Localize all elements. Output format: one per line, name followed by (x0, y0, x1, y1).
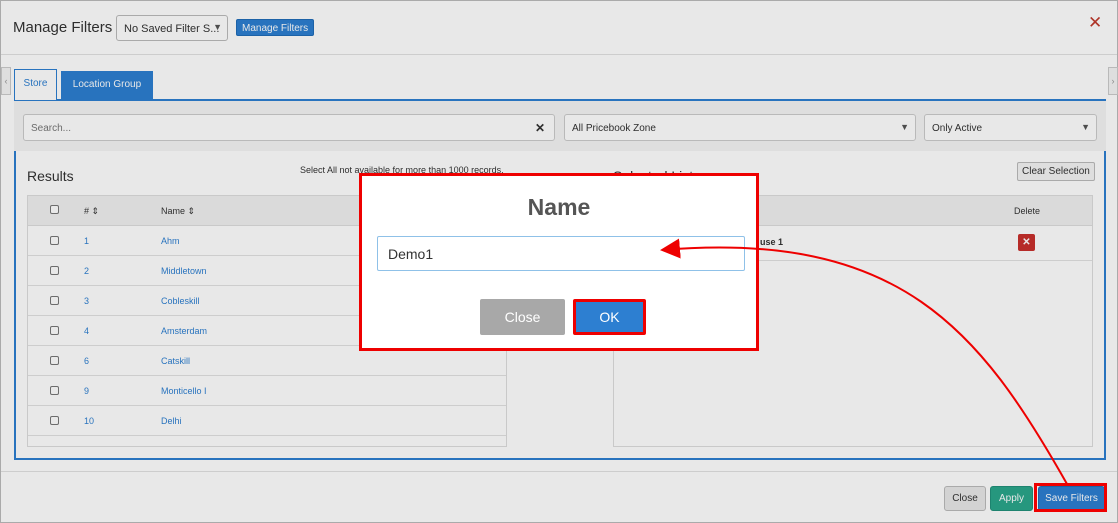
annotation-arrow (660, 238, 1068, 485)
